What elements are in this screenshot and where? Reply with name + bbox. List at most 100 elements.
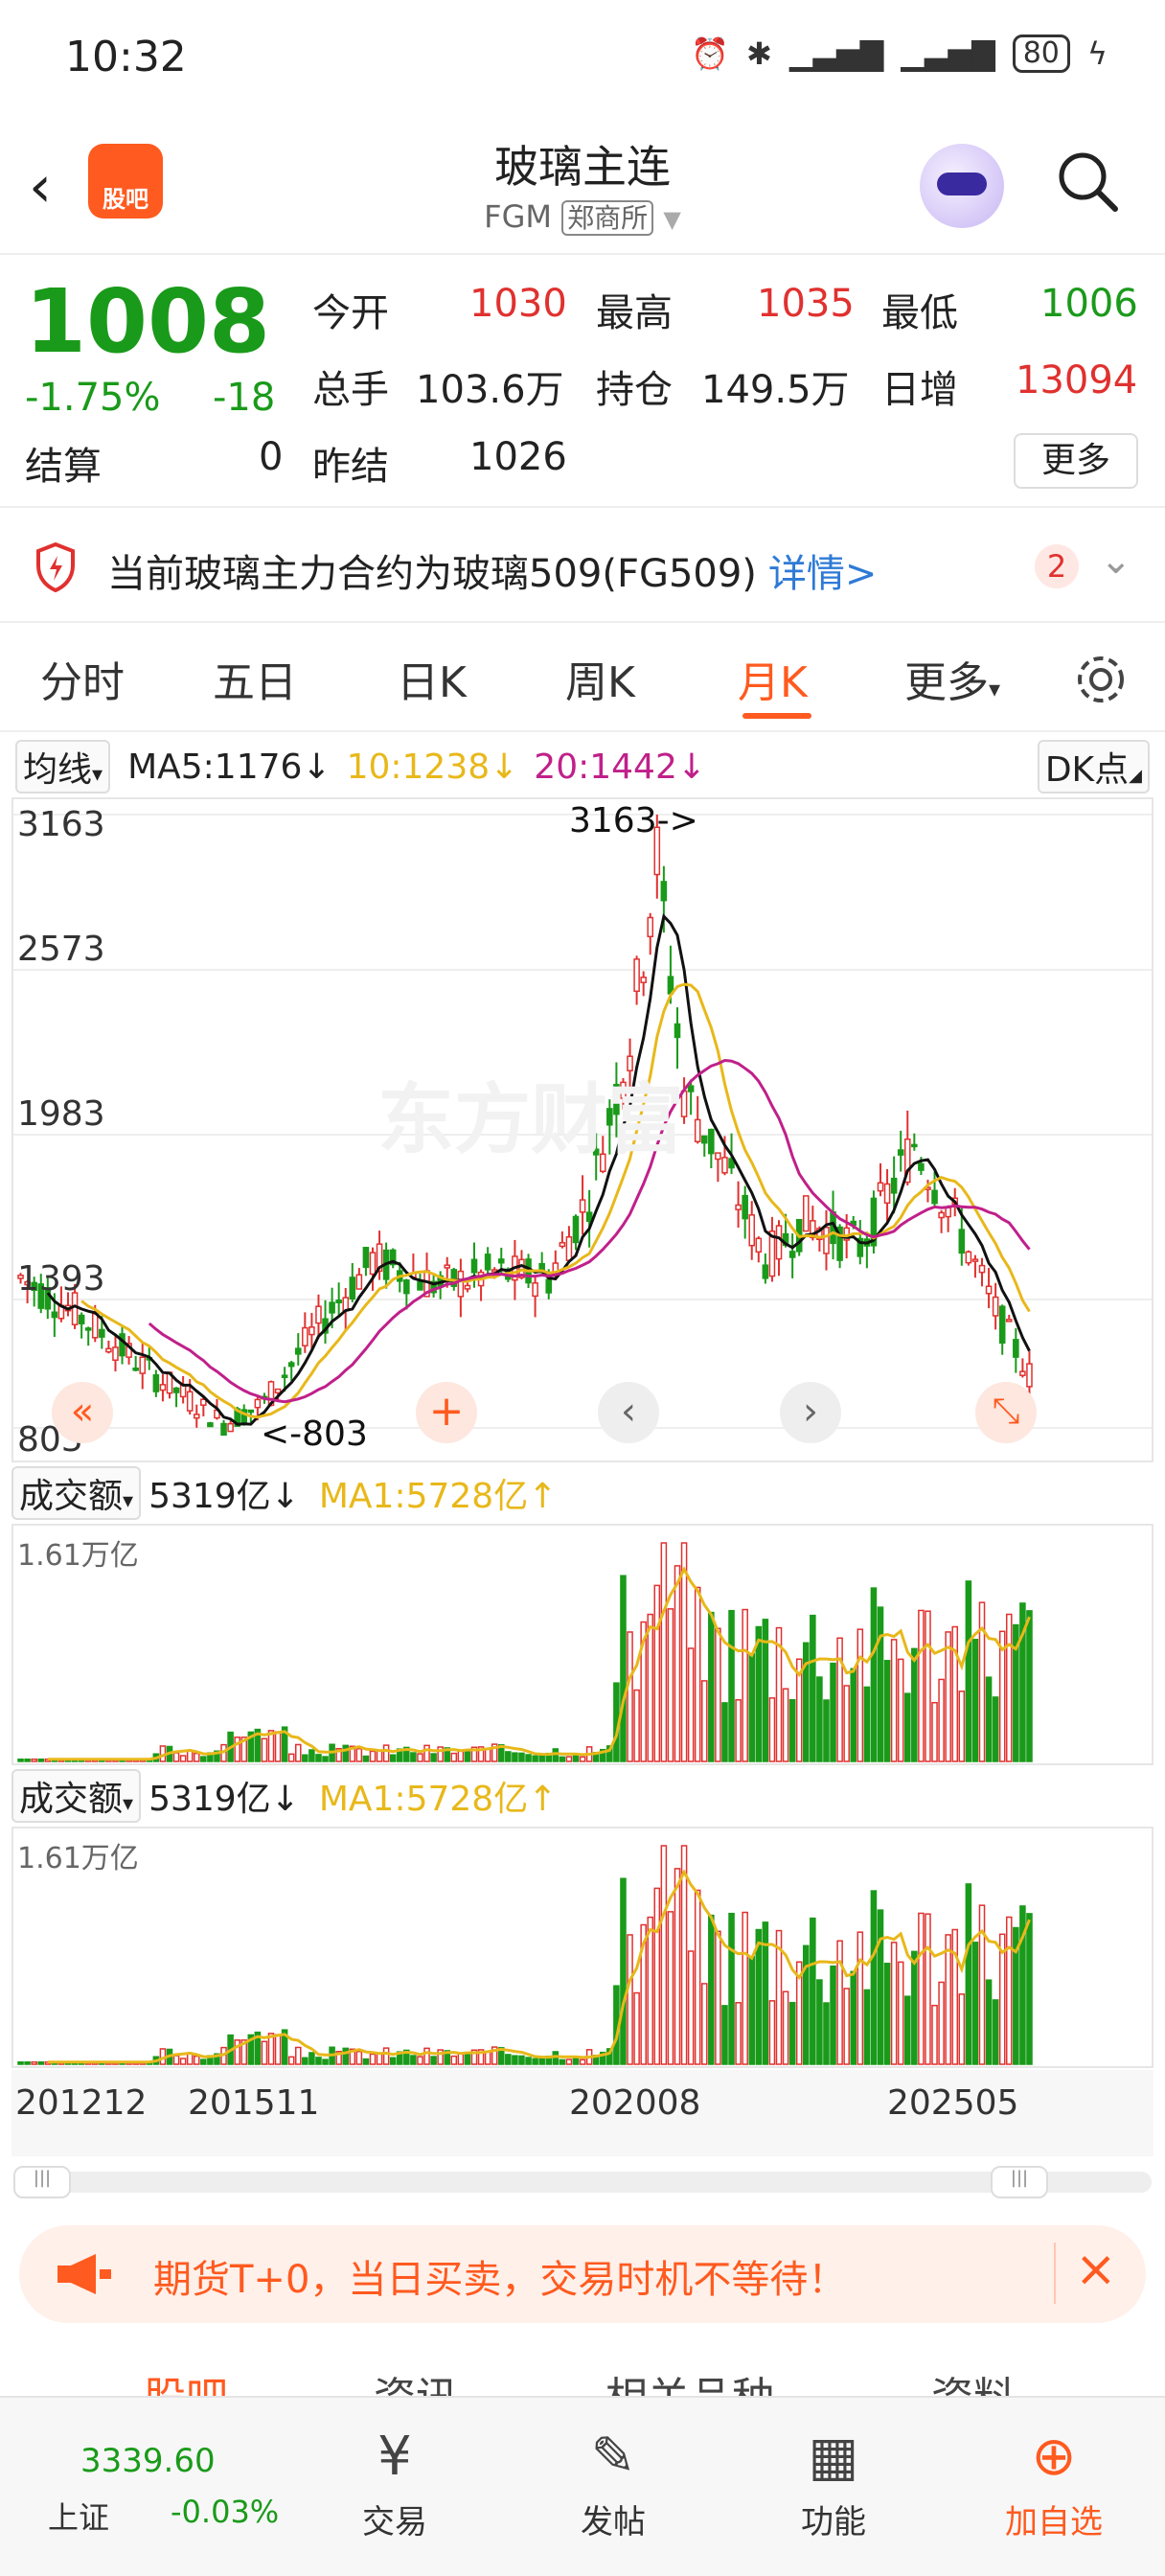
tab-intraday[interactable]: 分时 <box>40 648 125 709</box>
sub1-indicator-select[interactable]: 成交额▾ <box>11 1466 142 1520</box>
volume-bar <box>938 1678 945 1762</box>
sub2-ma: MA1:5728亿↑ <box>318 1780 558 1819</box>
next-icon[interactable]: › <box>780 1382 841 1443</box>
fullscreen-icon[interactable]: ⤡ <box>975 1382 1037 1443</box>
period-tabs: 分时 五日 日K 周K 月K 更多▾ <box>0 625 1165 732</box>
y-tick-4: 1393 <box>17 1259 105 1299</box>
volume-bar <box>382 2047 390 2065</box>
candle <box>971 1258 979 1262</box>
volume-bar <box>552 1748 560 1762</box>
rewind-icon[interactable]: « <box>52 1382 113 1443</box>
index-value[interactable]: 3339.60 <box>80 2442 216 2480</box>
candle <box>579 1199 586 1213</box>
volume-bar <box>823 2002 830 2065</box>
candle <box>708 1128 715 1155</box>
volume-bar <box>700 1983 708 2065</box>
volume-bar <box>369 1750 377 1762</box>
active-tab-indicator <box>742 713 811 719</box>
volume-bar <box>728 1609 735 1762</box>
volume-bar <box>512 1752 518 1762</box>
notice-details-link[interactable]: 详情> <box>768 552 878 596</box>
tab-more[interactable]: 更多▾ <box>904 648 1000 709</box>
volume-bar <box>355 1747 363 1762</box>
volume-bar <box>633 1991 640 2065</box>
volume-bar <box>410 2055 417 2065</box>
volume-bar <box>694 1586 701 1762</box>
candle <box>227 1422 234 1433</box>
volume-bar <box>261 1737 268 1762</box>
prev-icon[interactable]: ‹ <box>598 1382 659 1443</box>
caret-down-icon[interactable]: ▼ <box>663 206 680 233</box>
nav-add-watchlist[interactable]: ⊕ 加自选 <box>977 2419 1131 2542</box>
tab-monthly-k[interactable]: 月K <box>738 648 808 709</box>
nav-post-label: 发帖 <box>581 2503 646 2542</box>
zoom-in-icon[interactable]: + <box>416 1382 477 1443</box>
kline-chart[interactable]: 东方财富 3163 2573 1983 1393 803 3163-> <-80… <box>11 797 1154 1462</box>
subtab-guba[interactable]: 股吧 <box>144 2363 228 2396</box>
low-value: 1006 <box>1040 282 1138 326</box>
ma5-value: MA5:1176↓ <box>127 747 331 787</box>
range-handle-right[interactable]: ||| <box>991 2166 1048 2198</box>
close-icon[interactable]: × <box>1075 2241 1117 2298</box>
subtab-news[interactable]: 资讯 <box>374 2363 458 2396</box>
candle <box>105 1347 112 1353</box>
promo-banner[interactable]: 期货T+0，当日买卖，交易时机不等待！ × <box>19 2225 1146 2323</box>
search-icon[interactable] <box>1056 150 1119 213</box>
range-scrollbar[interactable]: ||| ||| <box>13 2166 1152 2198</box>
volume-bar <box>193 1752 200 1762</box>
candle <box>938 1211 945 1219</box>
volume-bar <box>579 2058 586 2065</box>
volume-bar <box>978 1601 986 1762</box>
chevron-down-icon[interactable]: ⌄ <box>1100 539 1132 583</box>
volume-bar <box>897 1961 904 2065</box>
dk-point-select[interactable]: DK点◢ <box>1037 740 1150 794</box>
subtab-related[interactable]: 相关品种 <box>605 2363 774 2396</box>
candle <box>735 1204 742 1210</box>
volume-svg-1 <box>17 1542 1033 1762</box>
volume-bar <box>992 1696 999 1762</box>
volume-bar <box>918 1609 925 1762</box>
volume-bar <box>559 2058 566 2065</box>
volume-bar <box>830 1662 836 1762</box>
candle <box>748 1214 756 1247</box>
candle <box>565 1236 573 1261</box>
volume-bar <box>287 1753 295 1762</box>
settings-gear-icon[interactable] <box>1073 652 1129 707</box>
notice-text: 当前玻璃主力合约为玻璃509(FG509) 详情> <box>107 542 877 598</box>
candle <box>84 1327 92 1331</box>
volume-bar <box>627 1934 633 2065</box>
volume-chart-1[interactable]: 1.61万亿 <box>11 1524 1154 1765</box>
volume-bar <box>627 1631 633 1762</box>
volume-bar <box>951 1625 959 1762</box>
tab-weekly-k[interactable]: 周K <box>565 648 635 709</box>
tab-daily-k[interactable]: 日K <box>397 648 467 709</box>
daily-increase-label: 日增 <box>881 368 958 412</box>
robot-assistant-icon[interactable] <box>920 144 1004 228</box>
volume-bar <box>450 2055 458 2065</box>
range-handle-left[interactable]: ||| <box>13 2166 71 2198</box>
volume-chart-2[interactable]: 1.61万亿 <box>11 1827 1154 2068</box>
candle <box>91 1313 99 1339</box>
subtab-info[interactable]: 资料 <box>931 2363 1016 2396</box>
candle <box>633 958 640 993</box>
notice-bar[interactable]: 当前玻璃主力合约为玻璃509(FG509) 详情> 2 ⌄ <box>0 510 1165 623</box>
candle <box>119 1333 126 1357</box>
candle <box>1019 1370 1026 1376</box>
candle <box>883 1183 891 1205</box>
volume-bar <box>742 1608 748 1762</box>
more-button[interactable]: 更多 <box>1014 433 1138 489</box>
volume-bar <box>17 2060 24 2065</box>
candle <box>403 1279 410 1295</box>
sub2-indicator-select[interactable]: 成交额▾ <box>11 1769 142 1823</box>
volume-bar <box>823 1699 830 1762</box>
candle <box>274 1388 282 1394</box>
indicator-select[interactable]: 均线▾ <box>15 740 111 794</box>
volume-bar <box>843 1685 850 1762</box>
volume-bar <box>768 1697 776 1762</box>
nav-post[interactable]: ✎ 发帖 <box>537 2419 690 2542</box>
prev-settle-label: 昨结 <box>312 445 389 489</box>
nav-trade[interactable]: ¥ 交易 <box>318 2419 471 2542</box>
volume-bar <box>24 2060 31 2065</box>
nav-function[interactable]: ▦ 功能 <box>757 2419 910 2542</box>
tab-five-day[interactable]: 五日 <box>213 648 297 709</box>
